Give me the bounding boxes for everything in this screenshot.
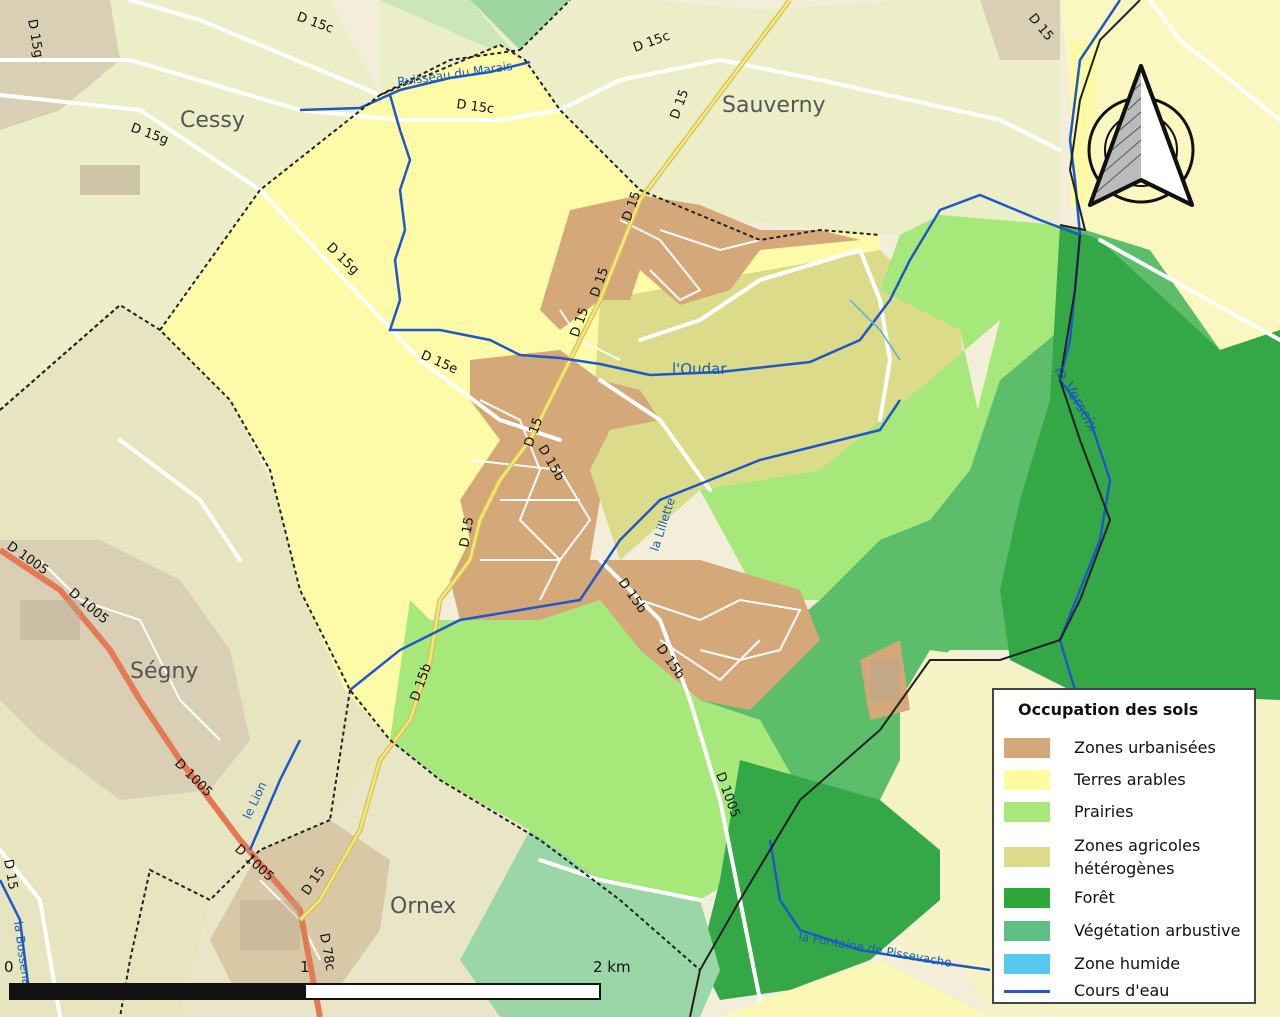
legend-item-wetland: Zone humide	[1004, 954, 1180, 974]
place-label: Ségny	[130, 659, 198, 684]
scale-label-two: 2 km	[593, 958, 631, 976]
swatch-watercourse	[1004, 981, 1050, 1001]
swatch-arable	[1004, 770, 1050, 790]
swatch-meadows	[1004, 802, 1050, 822]
scale-label-one: 1	[300, 958, 310, 976]
swatch-shrub	[1004, 921, 1050, 941]
scale-label-zero: 0	[4, 958, 14, 976]
legend-item-watercourse: Cours d'eau	[1004, 981, 1169, 1001]
legend-item-label: Zones urbanisées	[1074, 738, 1216, 757]
legend-item-meadows: Prairies	[1004, 802, 1133, 822]
swatch-urbanized	[1004, 738, 1050, 758]
legend-item-shrub: Végétation arbustive	[1004, 921, 1240, 941]
legend: Occupation des sols Zones urbanisées Ter…	[992, 688, 1256, 1004]
legend-item-forest: Forêt	[1004, 888, 1115, 908]
swatch-forest	[1004, 888, 1050, 908]
legend-title: Occupation des sols	[1018, 700, 1199, 719]
legend-item-label: Cours d'eau	[1074, 981, 1170, 1000]
legend-item-heterogeneous: Zones agricoles hétérogènes	[1004, 834, 1224, 880]
legend-item-label: Terres arables	[1074, 770, 1186, 789]
swatch-wetland	[1004, 954, 1050, 974]
legend-item-arable: Terres arables	[1004, 770, 1186, 790]
legend-item-urbanized: Zones urbanisées	[1004, 738, 1216, 758]
place-label: Cessy	[180, 108, 245, 133]
swatch-heterogeneous	[1004, 847, 1050, 867]
legend-item-label: Zone humide	[1074, 954, 1181, 973]
place-label: Ornex	[390, 894, 456, 919]
place-label: Sauverny	[722, 93, 826, 118]
legend-item-label: Végétation arbustive	[1074, 921, 1241, 940]
legend-item-label: Prairies	[1074, 802, 1134, 821]
legend-item-label: Zones agricoles hétérogènes	[1074, 836, 1201, 878]
river-label: l'Oudar	[672, 360, 727, 378]
legend-item-label: Forêt	[1074, 888, 1115, 907]
